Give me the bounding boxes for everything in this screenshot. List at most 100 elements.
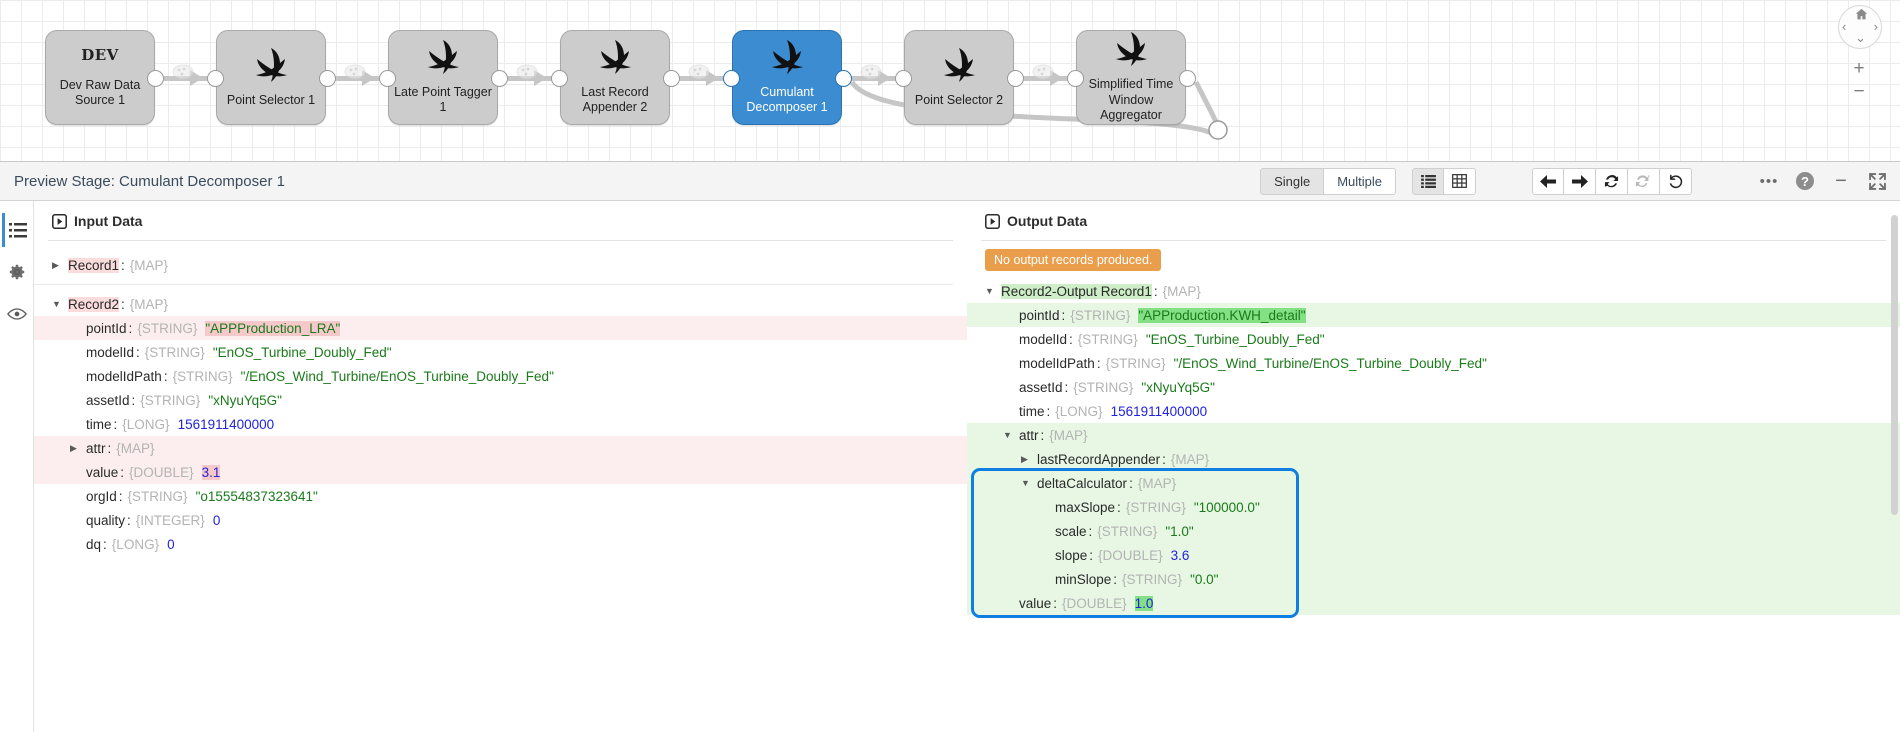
node-port-out-4[interactable]	[835, 70, 852, 87]
node-port-out-6[interactable]	[1179, 70, 1196, 87]
tree-row[interactable]: value:{DOUBLE}1.0	[967, 591, 1900, 615]
chevron-right-icon[interactable]: ▶	[52, 260, 68, 271]
edge-badge-6	[1031, 63, 1055, 81]
tree-row[interactable]: ▼Record2-Output Record1:{MAP}	[967, 279, 1900, 303]
tree-row[interactable]: orgId:{STRING}"o15554837323641"	[34, 484, 967, 508]
tree-row[interactable]: modelIdPath:{STRING}"/EnOS_Wind_Turbine/…	[967, 351, 1900, 375]
node-port-in-1[interactable]	[207, 70, 224, 87]
forward-arrow-icon[interactable]	[1564, 168, 1596, 195]
tree-row[interactable]: maxSlope:{STRING}"100000.0"	[967, 495, 1900, 519]
tree-row[interactable]: value:{DOUBLE}3.1	[34, 460, 967, 484]
tree-row[interactable]: dq:{LONG}0	[34, 532, 967, 556]
canvas-pan-control[interactable]: ‹ › ⌄	[1838, 5, 1882, 49]
tree-row[interactable]: pointId:{STRING}"APPProduction_LRA"	[34, 316, 967, 340]
data-panes: Input Data ▶Record1:{MAP}▼Record2:{MAP}p…	[34, 201, 1900, 732]
node-port-in-2[interactable]	[379, 70, 396, 87]
node-port-out-5[interactable]	[1007, 70, 1024, 87]
pan-down-icon[interactable]: ⌄	[1855, 30, 1866, 46]
tab-single[interactable]: Single	[1260, 168, 1324, 195]
eye-icon[interactable]	[2, 297, 32, 331]
tree-row[interactable]: modelIdPath:{STRING}"/EnOS_Wind_Turbine/…	[34, 364, 967, 388]
tree-type: {STRING}	[1106, 356, 1166, 371]
tree-row[interactable]: assetId:{STRING}"xNyuYq5G"	[967, 375, 1900, 399]
mode-toggle-group[interactable]: Single Multiple	[1260, 168, 1396, 195]
tree-row[interactable]: ▶Record1:{MAP}	[34, 253, 967, 277]
tree-type: {LONG}	[1055, 404, 1102, 419]
zoom-in-button[interactable]: +	[1849, 57, 1869, 80]
pipeline-node-point-selector-2[interactable]: Point Selector 2	[904, 30, 1014, 125]
edge-badge-3	[515, 63, 539, 81]
tab-multiple[interactable]: Multiple	[1324, 168, 1396, 195]
refresh-all-icon[interactable]: *	[1628, 168, 1660, 195]
tree-row[interactable]: ▼Record2:{MAP}	[34, 292, 967, 316]
tree-row[interactable]: minSlope:{STRING}"0.0"	[967, 567, 1900, 591]
chevron-right-icon[interactable]: ▶	[1021, 454, 1037, 465]
undo-icon[interactable]	[1660, 168, 1692, 195]
tree-row[interactable]: ▼attr:{MAP}	[967, 423, 1900, 447]
tree-value: 1561911400000	[1111, 404, 1208, 419]
pipeline-canvas[interactable]: DEV Dev Raw Data Source 1 Point Selector…	[0, 0, 1900, 162]
node-port-out-2[interactable]	[491, 70, 508, 87]
tree-row[interactable]: assetId:{STRING}"xNyuYq5G"	[34, 388, 967, 412]
vertical-scrollbar[interactable]	[1891, 215, 1898, 515]
divider	[34, 284, 953, 285]
node-label: Dev Raw Data Source 1	[57, 78, 144, 109]
tree-type: {STRING}	[145, 345, 205, 360]
help-icon[interactable]: ?	[1790, 166, 1820, 196]
settings-gear-icon[interactable]	[2, 255, 32, 289]
tree-value: 3.1	[202, 465, 221, 480]
more-options-button[interactable]: •••	[1754, 166, 1784, 196]
pipeline-node-last-record-appender-2[interactable]: Last Record Appender 2	[560, 30, 670, 125]
tree-row[interactable]: ▶lastRecordAppender:{MAP}	[967, 447, 1900, 471]
pipeline-node-simplified-time-window-aggregator[interactable]: Simplified Time Window Aggregator	[1076, 30, 1186, 125]
edge-badge-1	[171, 63, 195, 81]
pipeline-node-late-point-tagger-1[interactable]: Late Point Tagger 1	[388, 30, 498, 125]
tree-row[interactable]: ▶attr:{MAP}	[34, 436, 967, 460]
output-data-tree[interactable]: ▼Record2-Output Record1:{MAP}pointId:{ST…	[967, 271, 1900, 615]
node-port-out-1[interactable]	[319, 70, 336, 87]
tree-colon: :	[1047, 404, 1051, 419]
tree-row[interactable]: slope:{DOUBLE}3.6	[967, 543, 1900, 567]
expand-icon[interactable]	[1862, 166, 1892, 196]
left-rail	[0, 201, 34, 732]
pipeline-node-point-selector-1[interactable]: Point Selector 1	[216, 30, 326, 125]
tree-row[interactable]: time:{LONG}1561911400000	[34, 412, 967, 436]
tree-row[interactable]: pointId:{STRING}"APProduction.KWH_detail…	[967, 303, 1900, 327]
records-list-icon[interactable]	[2, 213, 32, 247]
tree-row[interactable]: ▼deltaCalculator:{MAP}	[967, 471, 1900, 495]
canvas-zoom-controls[interactable]: + −	[1849, 57, 1869, 103]
navigation-button-group[interactable]: *	[1532, 168, 1692, 195]
table-view-icon[interactable]	[1444, 168, 1476, 195]
tree-row[interactable]: time:{LONG}1561911400000	[967, 399, 1900, 423]
node-port-in-6[interactable]	[1067, 70, 1084, 87]
node-port-out-0[interactable]	[147, 70, 164, 87]
input-data-tree[interactable]: ▶Record1:{MAP} ▼Record2:{MAP}pointId:{STR…	[34, 241, 967, 556]
tree-row[interactable]: quality:{INTEGER}0	[34, 508, 967, 532]
pan-left-icon[interactable]: ‹	[1842, 19, 1846, 34]
pipeline-node-cumulant-decomposer-1[interactable]: Cumulant Decomposer 1	[732, 30, 842, 125]
pan-right-icon[interactable]: ›	[1874, 19, 1878, 34]
tree-row[interactable]: scale:{STRING}"1.0"	[967, 519, 1900, 543]
node-port-out-3[interactable]	[663, 70, 680, 87]
node-label: Last Record Appender 2	[578, 85, 651, 116]
refresh-icon[interactable]	[1596, 168, 1628, 195]
node-port-in-5[interactable]	[895, 70, 912, 87]
node-port-in-3[interactable]	[551, 70, 568, 87]
chevron-down-icon[interactable]: ▼	[985, 286, 1001, 296]
tree-key: assetId	[86, 393, 130, 408]
list-view-icon[interactable]	[1412, 168, 1444, 195]
back-arrow-icon[interactable]	[1532, 168, 1564, 195]
pipeline-node-dev-raw-data-source-1[interactable]: DEV Dev Raw Data Source 1	[45, 30, 155, 125]
tree-row[interactable]: modelId:{STRING}"EnOS_Turbine_Doubly_Fed…	[967, 327, 1900, 351]
chevron-down-icon[interactable]: ▼	[52, 299, 68, 309]
chevron-right-icon[interactable]: ▶	[70, 443, 86, 454]
tree-row[interactable]: modelId:{STRING}"EnOS_Turbine_Doubly_Fed…	[34, 340, 967, 364]
chevron-down-icon[interactable]: ▼	[1021, 478, 1037, 488]
chevron-down-icon[interactable]: ▼	[1003, 430, 1019, 440]
minimize-button[interactable]: −	[1826, 166, 1856, 196]
view-toggle-group[interactable]	[1412, 168, 1476, 195]
tree-type: {MAP}	[1163, 284, 1201, 299]
pan-home-icon[interactable]	[1855, 8, 1868, 24]
node-port-in-4[interactable]	[723, 70, 740, 87]
zoom-out-button[interactable]: −	[1849, 80, 1869, 103]
